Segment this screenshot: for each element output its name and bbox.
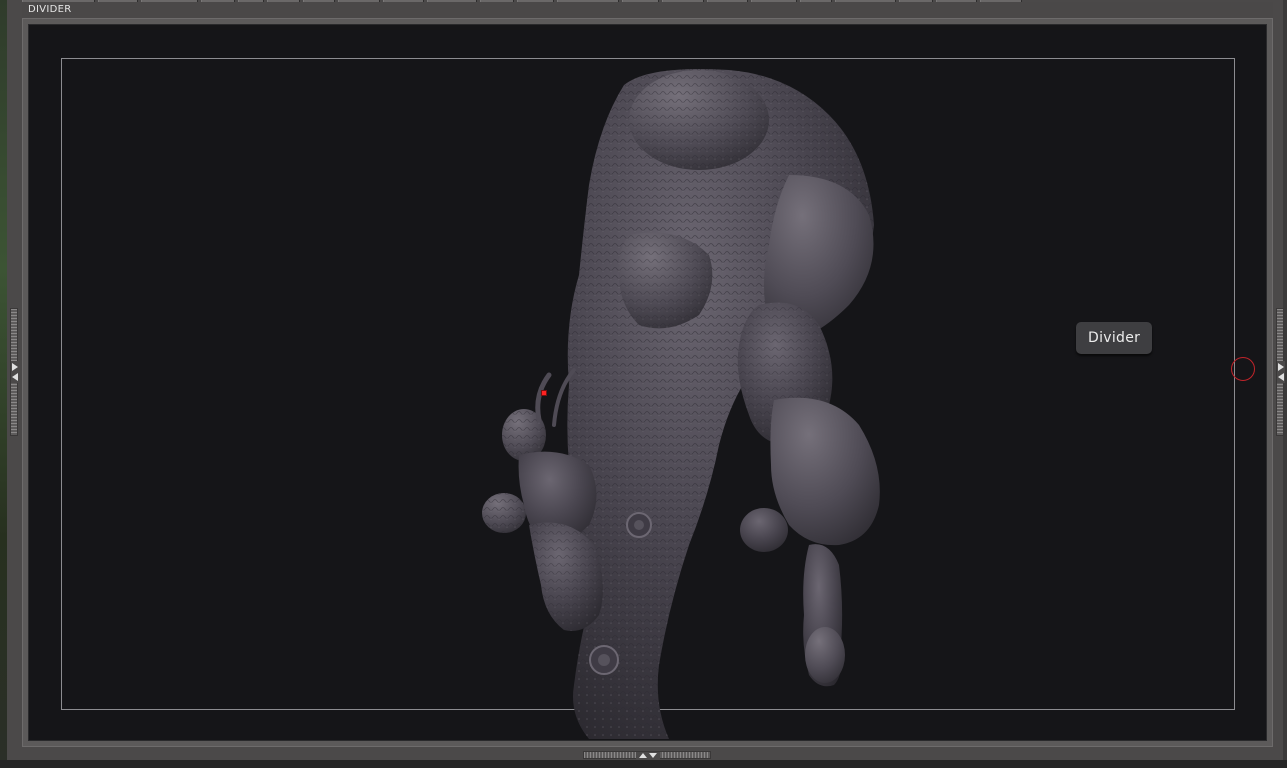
desktop-edge — [0, 0, 7, 768]
window-title: DIVIDER — [28, 4, 72, 15]
arrow-right-icon — [12, 363, 18, 371]
arrow-right-icon — [1278, 363, 1284, 371]
canvas-frame: Divider — [22, 18, 1273, 747]
left-handle-arrows[interactable] — [11, 361, 19, 383]
brush-cursor — [1231, 357, 1255, 381]
sculpt-model[interactable] — [29, 25, 1270, 744]
arrow-down-icon — [649, 753, 657, 758]
arrow-up-icon — [639, 753, 647, 758]
arrow-left-icon — [1278, 373, 1284, 381]
window-bottom-edge — [0, 760, 1287, 768]
right-panel-handle[interactable] — [1276, 308, 1285, 436]
arrow-left-icon — [12, 373, 18, 381]
bottom-panel-handle[interactable] — [583, 751, 711, 759]
divider-tooltip: Divider — [1076, 322, 1153, 354]
bottom-handle-arrows[interactable] — [636, 752, 660, 759]
selection-point — [541, 390, 547, 396]
right-handle-arrows[interactable] — [1277, 361, 1285, 383]
document-canvas[interactable]: Divider — [28, 24, 1267, 741]
left-panel-handle[interactable] — [10, 308, 19, 436]
title-bar[interactable]: DIVIDER — [22, 2, 1273, 18]
zbrush-app: DIVIDER Divider — [0, 0, 1287, 768]
